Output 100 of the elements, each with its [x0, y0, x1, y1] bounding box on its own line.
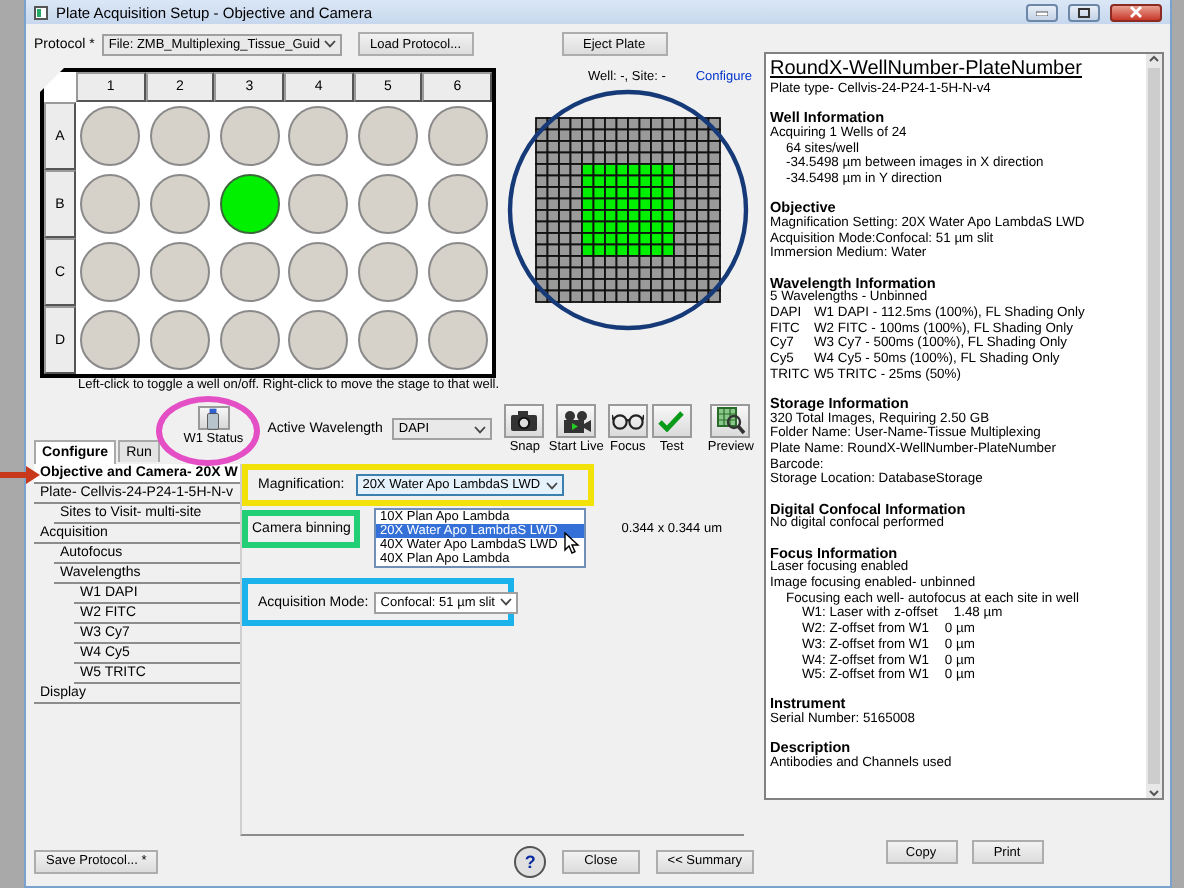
site-cell[interactable]	[707, 266, 721, 280]
site-cell[interactable]	[661, 289, 675, 303]
site-cell[interactable]	[569, 174, 583, 188]
site-cell[interactable]	[638, 197, 652, 211]
site-cell[interactable]	[615, 243, 629, 257]
maximize-button[interactable]	[1068, 3, 1100, 21]
site-cell[interactable]	[592, 197, 606, 211]
site-cell[interactable]	[661, 220, 675, 234]
site-cell[interactable]	[535, 289, 549, 303]
site-cell[interactable]	[684, 289, 698, 303]
site-cell[interactable]	[673, 289, 687, 303]
site-cell[interactable]	[592, 220, 606, 234]
well[interactable]	[357, 310, 418, 370]
site-cell[interactable]	[546, 266, 560, 280]
site-cell[interactable]	[638, 128, 652, 142]
site-cell[interactable]	[592, 174, 606, 188]
minimize-button[interactable]	[1026, 3, 1058, 21]
well[interactable]	[219, 242, 280, 302]
site-cell[interactable]	[707, 163, 721, 177]
site-cell[interactable]	[569, 151, 583, 165]
well[interactable]	[427, 174, 488, 234]
site-cell[interactable]	[615, 174, 629, 188]
site-cell[interactable]	[592, 289, 606, 303]
live-button[interactable]	[556, 404, 597, 438]
well[interactable]	[219, 174, 280, 234]
site-cell[interactable]	[707, 174, 721, 188]
site-cell[interactable]	[546, 174, 560, 188]
site-cell[interactable]	[707, 151, 721, 165]
site-cell[interactable]	[615, 266, 629, 280]
site-cell[interactable]	[684, 174, 698, 188]
well[interactable]	[149, 174, 210, 234]
snap-button[interactable]	[504, 404, 545, 438]
site-cell[interactable]	[707, 220, 721, 234]
help-button[interactable]: ?	[514, 845, 547, 877]
site-cell[interactable]	[615, 197, 629, 211]
site-cell[interactable]	[615, 289, 629, 303]
site-cell[interactable]	[684, 220, 698, 234]
site-cell[interactable]	[546, 151, 560, 165]
well[interactable]	[80, 106, 141, 166]
site-cell[interactable]	[661, 197, 675, 211]
site-cell[interactable]	[661, 266, 675, 280]
scroll-down-icon[interactable]	[1148, 788, 1160, 798]
site-cell[interactable]	[615, 128, 629, 142]
site-cell[interactable]	[661, 174, 675, 188]
well[interactable]	[288, 242, 349, 302]
site-cell[interactable]	[661, 128, 675, 142]
site-cell[interactable]	[627, 289, 641, 303]
close-button[interactable]	[1110, 3, 1162, 21]
site-cell[interactable]	[592, 128, 606, 142]
site-cell[interactable]	[684, 128, 698, 142]
well[interactable]	[149, 310, 210, 370]
preview-button[interactable]	[710, 404, 751, 438]
site-cell[interactable]	[569, 197, 583, 211]
site-cell[interactable]	[638, 243, 652, 257]
site-cell[interactable]	[661, 243, 675, 257]
site-cell[interactable]	[638, 266, 652, 280]
site-cell[interactable]	[661, 151, 675, 165]
site-cell[interactable]	[707, 243, 721, 257]
well[interactable]	[219, 310, 280, 370]
site-cell[interactable]	[592, 151, 606, 165]
site-cell[interactable]	[546, 128, 560, 142]
well[interactable]	[288, 174, 349, 234]
site-cell[interactable]	[592, 243, 606, 257]
site-cell[interactable]	[546, 220, 560, 234]
focus-button[interactable]	[607, 404, 648, 438]
site-cell[interactable]	[638, 289, 652, 303]
scrollbar[interactable]	[1146, 54, 1162, 798]
well[interactable]	[149, 106, 210, 166]
site-cell[interactable]	[592, 266, 606, 280]
site-cell[interactable]	[615, 220, 629, 234]
site-cell[interactable]	[707, 186, 721, 200]
site-cell[interactable]	[569, 266, 583, 280]
well[interactable]	[357, 242, 418, 302]
site-cell[interactable]	[707, 255, 721, 269]
site-cell[interactable]	[581, 289, 595, 303]
well[interactable]	[357, 106, 418, 166]
well[interactable]	[427, 106, 488, 166]
site-cell[interactable]	[569, 243, 583, 257]
well[interactable]	[357, 174, 418, 234]
well[interactable]	[80, 242, 141, 302]
site-cell[interactable]	[546, 197, 560, 211]
site-cell[interactable]	[638, 174, 652, 188]
scroll-up-icon[interactable]	[1148, 54, 1160, 64]
site-cell[interactable]	[707, 209, 721, 223]
well[interactable]	[288, 310, 349, 370]
well[interactable]	[149, 242, 210, 302]
site-cell[interactable]	[684, 197, 698, 211]
site-cell[interactable]	[707, 232, 721, 246]
site-cell[interactable]	[684, 151, 698, 165]
site-cell[interactable]	[615, 151, 629, 165]
well[interactable]	[80, 310, 141, 370]
site-cell[interactable]	[650, 289, 664, 303]
site-cell[interactable]	[569, 220, 583, 234]
site-cell[interactable]	[546, 243, 560, 257]
well[interactable]	[427, 310, 488, 370]
site-cell[interactable]	[707, 197, 721, 211]
status-button[interactable]	[197, 406, 230, 430]
site-cell[interactable]	[604, 289, 618, 303]
site-cell[interactable]	[638, 220, 652, 234]
site-cell[interactable]	[684, 243, 698, 257]
